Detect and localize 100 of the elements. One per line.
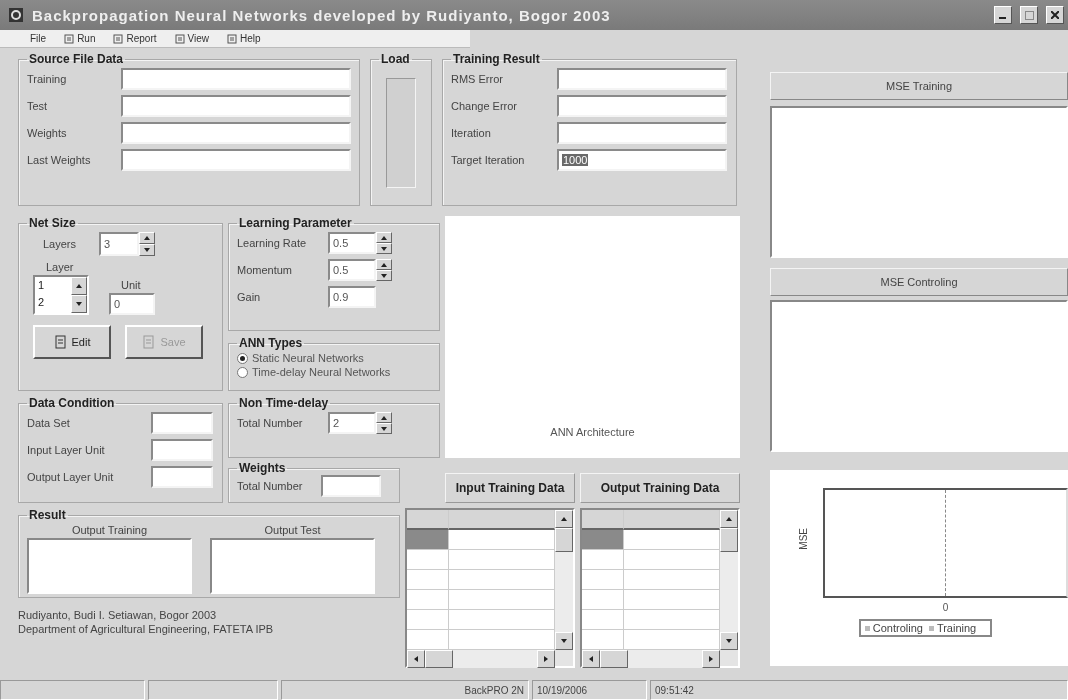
group-title: Result <box>28 508 67 522</box>
group-title: Non Time-delay <box>238 396 330 410</box>
input-field[interactable] <box>151 412 213 434</box>
row-header[interactable] <box>407 530 449 550</box>
input-field[interactable] <box>151 466 213 488</box>
table-cell[interactable] <box>449 590 555 610</box>
spin-field[interactable]: 0.5 <box>328 232 376 254</box>
input-field[interactable] <box>557 68 727 90</box>
output-box[interactable] <box>27 538 192 594</box>
data-grid[interactable] <box>580 508 740 668</box>
field-label: Output Test <box>264 524 321 536</box>
input-field[interactable]: 0 <box>109 293 155 315</box>
input-field[interactable] <box>151 439 213 461</box>
output-box[interactable] <box>210 538 375 594</box>
input-field[interactable] <box>121 122 351 144</box>
document-icon <box>142 335 157 349</box>
credit-text: Rudiyanto, Budi I. Setiawan, Bogor 2003 <box>18 609 218 621</box>
input-field[interactable] <box>321 475 381 497</box>
panel-header: Input Training Data <box>445 473 575 503</box>
scroll-thumb[interactable] <box>720 528 738 552</box>
spin-up-button[interactable] <box>139 232 155 244</box>
radio-option[interactable]: Time-delay Neural Networks <box>237 366 431 378</box>
row-header[interactable] <box>582 530 624 550</box>
spin-field[interactable]: 0.5 <box>328 259 376 281</box>
spin-up-button[interactable] <box>71 277 87 295</box>
field-label: Target Iteration <box>451 154 526 166</box>
scroll-down-button[interactable] <box>720 632 738 650</box>
down-arrow-icon <box>380 271 388 280</box>
radio-button[interactable] <box>237 366 248 378</box>
input-field[interactable]: 1000 <box>557 149 727 171</box>
scroll-down-button[interactable] <box>555 632 573 650</box>
table-cell[interactable] <box>624 570 720 590</box>
status-panel: 10/19/2006 <box>532 680 647 700</box>
input-field[interactable] <box>121 95 351 117</box>
table-cell[interactable] <box>624 590 720 610</box>
radio-option[interactable]: Static Neural Networks <box>237 352 431 364</box>
spin-down-button[interactable] <box>376 270 392 281</box>
field-label: Iteration <box>451 127 492 139</box>
table-cell[interactable] <box>624 550 720 570</box>
column-header[interactable] <box>624 510 720 530</box>
input-field[interactable] <box>121 68 351 90</box>
scroll-thumb[interactable] <box>600 650 628 668</box>
scroll-right-button[interactable] <box>702 650 720 668</box>
up-arrow-icon <box>143 234 151 242</box>
spin-up-button[interactable] <box>376 412 392 423</box>
table-cell[interactable] <box>449 630 555 650</box>
input-field[interactable] <box>557 122 727 144</box>
spin-down-button[interactable] <box>376 423 392 434</box>
horizontal-scrollbar[interactable] <box>407 650 555 668</box>
scroll-thumb[interactable] <box>425 650 453 668</box>
table-cell[interactable] <box>449 550 555 570</box>
field-label: Total Number <box>237 417 304 429</box>
input-field[interactable] <box>557 95 727 117</box>
scroll-left-button[interactable] <box>407 650 425 668</box>
input-field[interactable] <box>121 149 351 171</box>
spin-down-button[interactable] <box>376 243 392 254</box>
table-cell[interactable] <box>624 530 720 550</box>
scroll-right-button[interactable] <box>537 650 555 668</box>
horizontal-scrollbar[interactable] <box>582 650 720 668</box>
layer-list[interactable]: 1 2 <box>33 275 89 315</box>
close-icon <box>1051 11 1059 19</box>
column-header[interactable] <box>449 510 555 530</box>
menu-item[interactable]: Run <box>56 30 104 47</box>
close-button[interactable] <box>1046 6 1064 24</box>
menu-item[interactable]: File <box>22 30 55 47</box>
radio-button[interactable] <box>237 352 248 364</box>
data-grid[interactable] <box>405 508 575 668</box>
menu-item[interactable]: Report <box>105 30 165 47</box>
table-cell[interactable] <box>449 610 555 630</box>
list-item[interactable]: 2 <box>38 294 71 311</box>
field-label: Learning Rate <box>237 237 308 249</box>
spin-field[interactable]: 3 <box>99 232 139 256</box>
maximize-button[interactable] <box>1020 6 1038 24</box>
panel-caption: ANN Architecture <box>550 426 635 438</box>
menu-item[interactable]: View <box>166 30 217 47</box>
input-field[interactable]: 0.9 <box>328 286 376 308</box>
scroll-up-button[interactable] <box>720 510 738 528</box>
toolbar-button[interactable]: Edit <box>33 325 111 359</box>
scroll-up-button[interactable] <box>555 510 573 528</box>
vertical-scrollbar[interactable] <box>720 510 738 650</box>
group-title: ANN Types <box>238 336 304 350</box>
scroll-left-button[interactable] <box>582 650 600 668</box>
spin-field[interactable]: 2 <box>328 412 376 434</box>
table-cell[interactable] <box>624 630 720 650</box>
spin-down-button[interactable] <box>139 244 155 256</box>
up-arrow-icon <box>75 282 83 290</box>
panel-header: Output Training Data <box>580 473 740 503</box>
spin-up-button[interactable] <box>376 232 392 243</box>
minimize-button[interactable] <box>994 6 1012 24</box>
right-arrow-icon <box>542 655 550 663</box>
menu-item[interactable]: Help <box>219 30 269 47</box>
scroll-thumb[interactable] <box>555 528 573 552</box>
spin-up-button[interactable] <box>376 259 392 270</box>
table-cell[interactable] <box>624 610 720 630</box>
tick-label: 0 <box>942 602 949 613</box>
table-cell[interactable] <box>449 530 555 550</box>
list-item[interactable]: 1 <box>38 277 71 294</box>
vertical-scrollbar[interactable] <box>555 510 573 650</box>
spin-down-button[interactable] <box>71 295 87 313</box>
table-cell[interactable] <box>449 570 555 590</box>
